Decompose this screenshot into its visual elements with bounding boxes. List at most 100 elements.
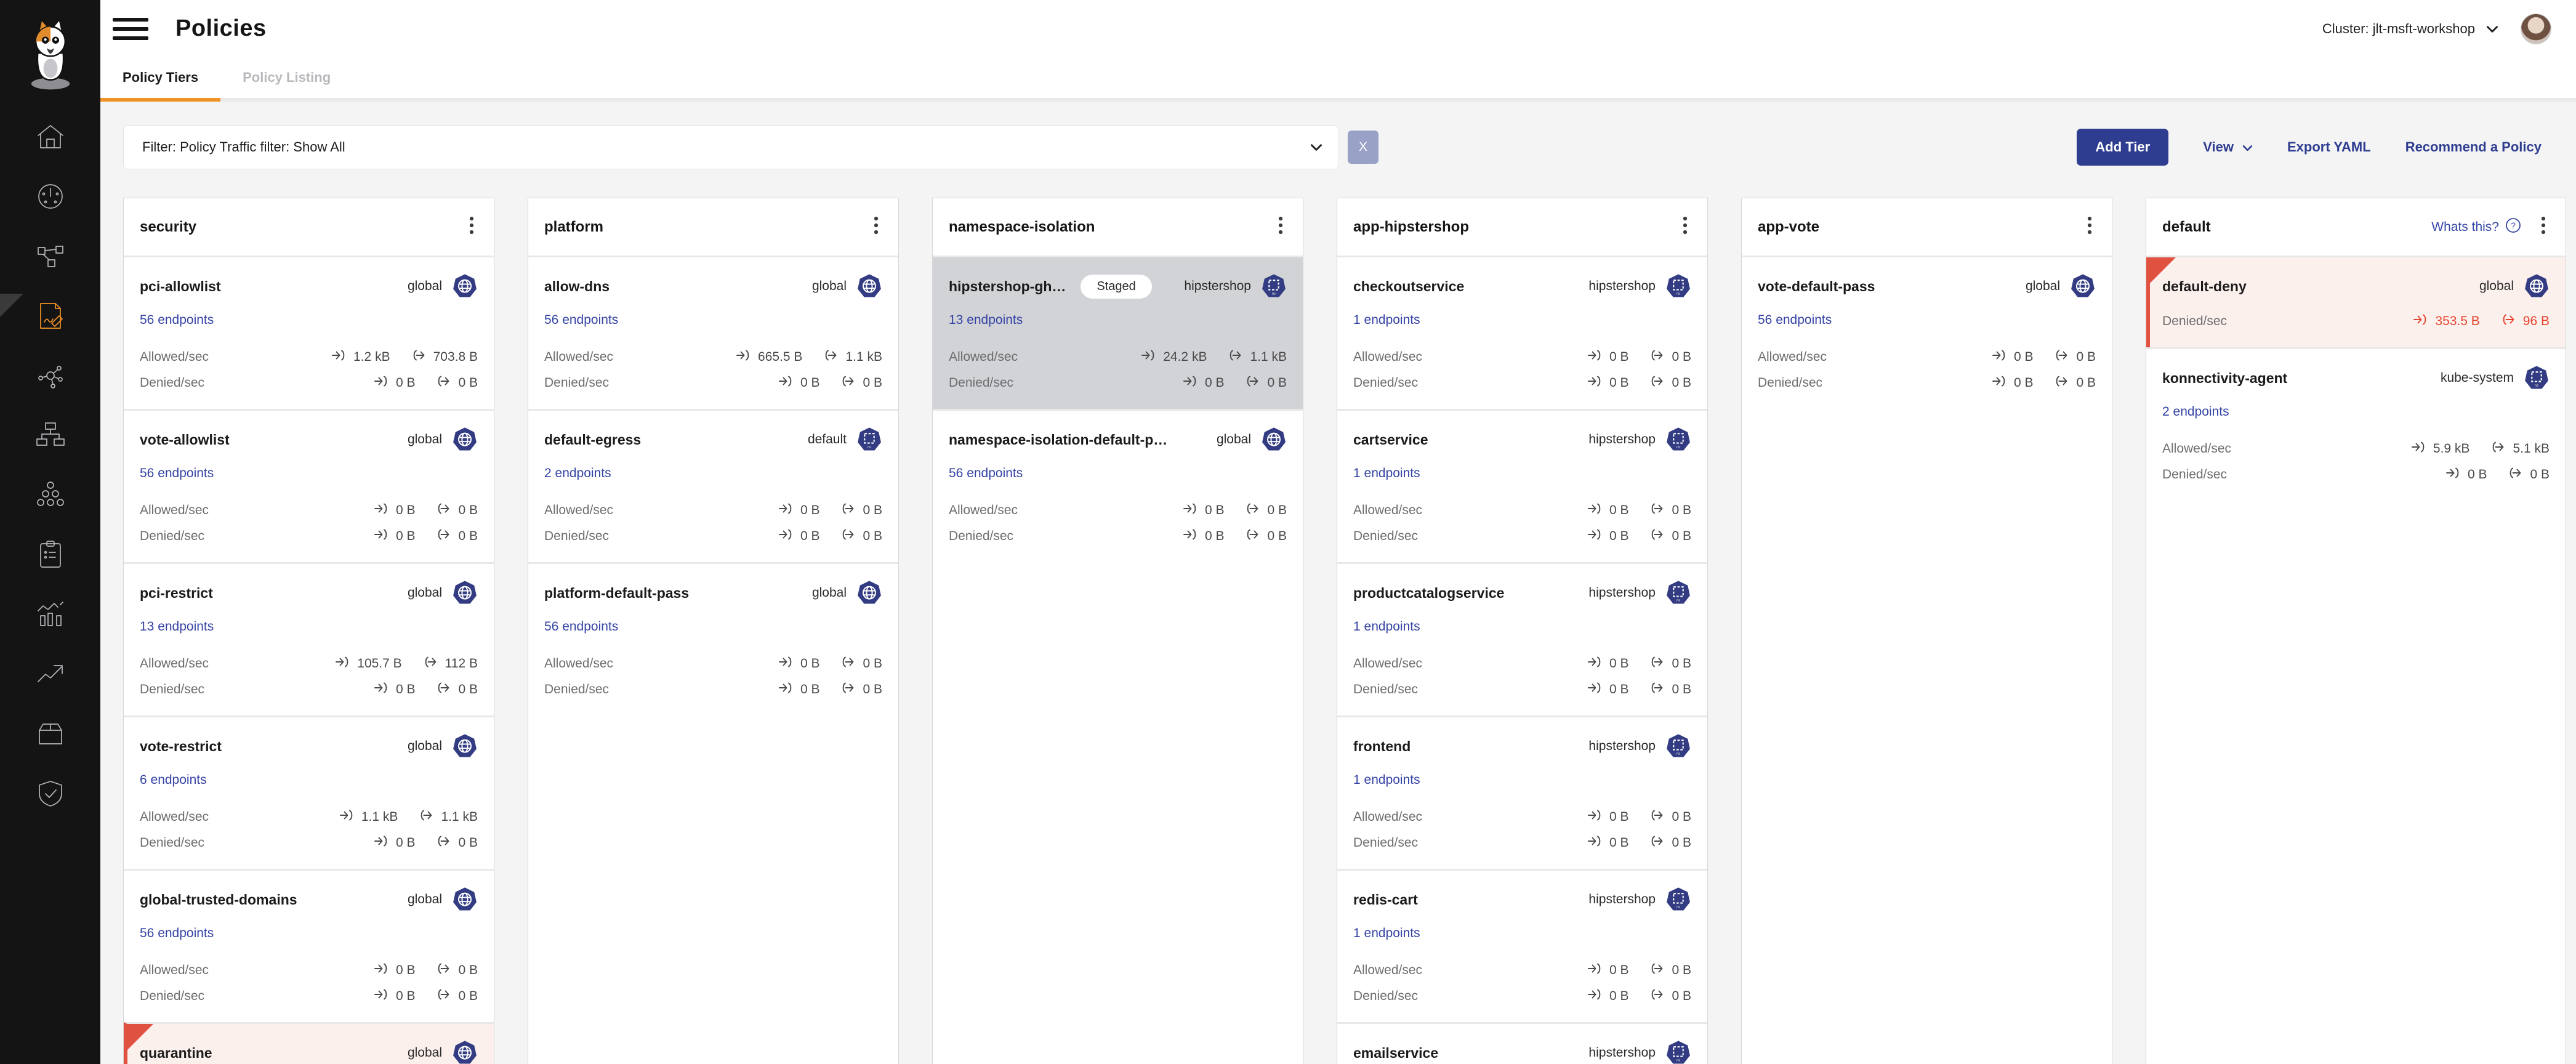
ingress-metric: 0 B	[1587, 808, 1629, 826]
ingress-arrow-icon	[778, 502, 794, 519]
ingress-metric: 0 B	[374, 681, 416, 698]
egress-arrow-icon	[2054, 374, 2070, 392]
policy-card[interactable]: cartservicehipstershopns1 endpointsAllow…	[1337, 409, 1707, 562]
house-icon	[33, 119, 68, 157]
endpoints-link[interactable]: 13 endpoints	[140, 619, 214, 634]
ingress-metric: 0 B	[374, 834, 416, 852]
sidebar-item-house[interactable]	[0, 108, 100, 168]
policy-name: pci-restrict	[140, 585, 213, 602]
metric-values: 0 B0 B	[1587, 988, 1691, 1005]
sidebar-item-policy-edit[interactable]	[0, 288, 100, 347]
policy-card[interactable]: vote-restrictglobal6 endpointsAllowed/se…	[124, 715, 494, 869]
user-avatar[interactable]	[2521, 14, 2551, 44]
ingress-arrow-icon	[1587, 349, 1603, 366]
endpoints-link[interactable]: 13 endpoints	[949, 313, 1023, 328]
view-dropdown[interactable]: View	[2203, 139, 2253, 155]
egress-arrow-icon	[1245, 374, 1261, 392]
sidebar-item-trend-arrow[interactable]	[0, 646, 100, 706]
endpoints-link[interactable]: 1 endpoints	[1353, 773, 1420, 788]
egress-metric: 1.1 kB	[823, 349, 882, 366]
policy-card[interactable]: vote-allowlistglobal56 endpointsAllowed/…	[124, 409, 494, 562]
ingress-metric: 0 B	[1587, 962, 1629, 979]
endpoints-link[interactable]: 1 endpoints	[1353, 466, 1420, 481]
endpoints-link[interactable]: 56 endpoints	[544, 619, 618, 634]
endpoints-link[interactable]: 56 endpoints	[140, 313, 214, 328]
tier-menu-kebab-icon[interactable]	[2083, 214, 2096, 240]
policy-card[interactable]: checkoutservicehipstershopns1 endpointsA…	[1337, 257, 1707, 409]
egress-value: 0 B	[863, 682, 882, 697]
policy-card[interactable]: productcatalogservicehipstershopns1 endp…	[1337, 562, 1707, 715]
egress-arrow-icon	[1245, 502, 1261, 519]
denied-label: Denied/sec	[544, 682, 609, 697]
policy-card[interactable]: namespace-isolation-default-p…global56 e…	[933, 409, 1303, 562]
denied-per-sec-row: Denied/sec0 B0 B	[140, 681, 478, 698]
policy-card[interactable]: global-trusted-domainsglobal56 endpoints…	[124, 869, 494, 1022]
sidebar-item-clipboard[interactable]	[0, 526, 100, 586]
policy-card[interactable]: allow-dnsglobal56 endpointsAllowed/sec66…	[528, 257, 898, 409]
egress-metric: 0 B	[1649, 834, 1691, 852]
ingress-arrow-icon	[1587, 962, 1603, 979]
policy-card[interactable]: konnectivity-agentkube-systemns2 endpoin…	[2146, 347, 2566, 501]
policy-card[interactable]: frontendhipstershopns1 endpointsAllowed/…	[1337, 715, 1707, 869]
endpoints-link[interactable]: 56 endpoints	[949, 466, 1023, 481]
tier-menu-kebab-icon[interactable]	[870, 214, 882, 240]
endpoints-link[interactable]: 2 endpoints	[2162, 405, 2229, 419]
policy-card[interactable]: quarantineglobal0 endpoints	[124, 1022, 494, 1064]
tab-policy-listing[interactable]: Policy Listing	[220, 57, 353, 102]
tab-bar: Policy Tiers Policy Listing	[100, 57, 2576, 102]
tier-menu-kebab-icon[interactable]	[2537, 214, 2550, 240]
sidebar-item-org-chart[interactable]	[0, 407, 100, 467]
tab-policy-tiers[interactable]: Policy Tiers	[100, 57, 220, 102]
endpoints-link[interactable]: 6 endpoints	[140, 773, 207, 788]
sidebar-item-package[interactable]	[0, 706, 100, 765]
policy-card[interactable]: hipstershop-gh…Stagedhipstershopns13 end…	[933, 257, 1303, 409]
policy-card[interactable]: emailservicehipstershopns1 endpointsAllo…	[1337, 1022, 1707, 1064]
egress-value: 0 B	[2076, 376, 2096, 390]
ingress-metric: 0 B	[2445, 466, 2487, 483]
endpoints-link[interactable]: 1 endpoints	[1353, 313, 1420, 328]
policy-card[interactable]: pci-allowlistglobal56 endpointsAllowed/s…	[124, 257, 494, 409]
tier-menu-kebab-icon[interactable]	[1679, 214, 1691, 240]
policy-card[interactable]: redis-carthipstershopns1 endpointsAllowe…	[1337, 869, 1707, 1022]
endpoints-link[interactable]: 1 endpoints	[1353, 926, 1420, 941]
sidebar-item-gauge[interactable]	[0, 168, 100, 228]
policy-card[interactable]: default-denyglobalDenied/sec353.5 B96 B	[2146, 257, 2566, 347]
export-yaml-button[interactable]: Export YAML	[2287, 139, 2371, 155]
hamburger-menu-icon[interactable]	[113, 18, 148, 40]
policy-card[interactable]: vote-default-passglobal56 endpointsAllow…	[1742, 257, 2112, 409]
policy-scope: hipstershopns	[1588, 427, 1691, 453]
endpoints-link[interactable]: 56 endpoints	[140, 466, 214, 481]
recommend-policy-button[interactable]: Recommend a Policy	[2405, 139, 2542, 155]
egress-metric: 1.1 kB	[1228, 349, 1287, 366]
endpoints-link[interactable]: 56 endpoints	[1758, 313, 1832, 328]
endpoints-link[interactable]: 56 endpoints	[140, 926, 214, 941]
sidebar-item-bar-trend[interactable]	[0, 586, 100, 646]
tier-name: platform	[544, 219, 603, 236]
clear-filter-button[interactable]: X	[1348, 131, 1379, 164]
denied-per-sec-row: Denied/sec0 B0 B	[1353, 374, 1691, 392]
sidebar-item-nodes-link[interactable]	[0, 228, 100, 288]
endpoints-link[interactable]: 1 endpoints	[1353, 619, 1420, 634]
whats-this-link[interactable]: Whats this??	[2431, 217, 2521, 237]
tier-menu-kebab-icon[interactable]	[465, 214, 478, 240]
ingress-metric: 105.7 B	[335, 655, 401, 672]
egress-value: 0 B	[458, 836, 478, 850]
tier-menu-kebab-icon[interactable]	[1274, 214, 1287, 240]
policy-card[interactable]: platform-default-passglobal56 endpointsA…	[528, 562, 898, 715]
add-tier-button[interactable]: Add Tier	[2077, 129, 2168, 166]
sidebar-item-shield-check[interactable]	[0, 765, 100, 825]
policy-card[interactable]: pci-restrictglobal13 endpointsAllowed/se…	[124, 562, 494, 715]
allowed-label: Allowed/sec	[949, 350, 1018, 365]
endpoints-link[interactable]: 56 endpoints	[544, 313, 618, 328]
ingress-arrow-icon	[1587, 988, 1603, 1005]
egress-arrow-icon	[1649, 349, 1665, 366]
sidebar-item-hub-network[interactable]	[0, 347, 100, 407]
ingress-value: 0 B	[1205, 503, 1225, 518]
policy-card[interactable]: default-egressdefaultns2 endpointsAllowe…	[528, 409, 898, 562]
egress-arrow-icon	[840, 655, 856, 672]
sidebar-item-cluster-dots[interactable]	[0, 467, 100, 526]
endpoints-link[interactable]: 2 endpoints	[544, 466, 611, 481]
namespace-scope-icon: ns	[1665, 887, 1691, 913]
cluster-selector[interactable]: Cluster: jlt-msft-workshop	[2322, 21, 2498, 37]
policy-traffic-filter-dropdown[interactable]: Filter: Policy Traffic filter: Show All	[123, 125, 1339, 169]
